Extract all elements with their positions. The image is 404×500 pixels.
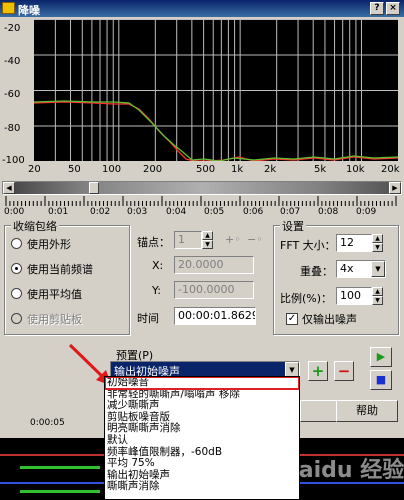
radio-label: 使用剪贴板 xyxy=(27,313,82,326)
app-icon xyxy=(2,2,15,14)
preset-option[interactable]: 明亮嘶嘶声消除 xyxy=(105,423,299,435)
y-tick: -20 xyxy=(4,23,21,34)
envelope-group: 收缩包络 使用外形 使用当前频谱 使用平均值 使用剪贴板 xyxy=(4,218,130,335)
ruler-label: 0:09 xyxy=(356,207,377,217)
timeline-ruler xyxy=(5,196,397,206)
ruler-label: 0:06 xyxy=(243,207,264,217)
ratio-label: 比例(%)： xyxy=(280,292,333,305)
add-preset-button[interactable]: + xyxy=(308,361,328,381)
y-tick: -40 xyxy=(4,56,21,67)
overlap-label: 重叠： xyxy=(300,265,333,278)
output-noise-only-label[interactable]: 仅输出噪声 xyxy=(302,311,357,327)
x-tick: 10k xyxy=(346,164,365,175)
x-tick: 200 xyxy=(143,164,163,175)
scroll-thumb[interactable] xyxy=(89,182,99,194)
x-tick: 20k xyxy=(381,164,400,175)
ruler-label: 0:07 xyxy=(280,207,301,217)
radio-label[interactable]: 使用平均值 xyxy=(27,286,82,302)
radio-use-shape[interactable] xyxy=(11,238,22,249)
settings-group: 设置 FFT 大小： 12 ▲ ▼ 重叠： 4x ▼ 比例(%)： 100 ▲ ▼ … xyxy=(273,218,399,335)
ruler-label: 0:02 xyxy=(90,207,111,217)
add-anchor-icon: +◦ xyxy=(225,233,241,246)
ratio-spinner[interactable]: ▲ ▼ xyxy=(372,287,383,305)
remove-anchor-icon: −◦ xyxy=(247,233,263,246)
fft-label: FFT 大小： xyxy=(280,239,336,252)
ruler-label: 0:01 xyxy=(48,207,69,217)
ruler-label: 0:05 xyxy=(204,207,225,217)
title-bar: 降噪 ? × xyxy=(0,0,404,17)
x-tick: 50 xyxy=(68,164,81,175)
anchor-label: 锚点： xyxy=(137,236,170,249)
x-tick: 2k xyxy=(264,164,277,175)
x-field: 20.0000 xyxy=(174,256,254,274)
scroll-right-icon[interactable]: ▶ xyxy=(389,182,401,194)
preset-dropdown-list[interactable]: 初始噪音 非常轻的嘶嘶声/嗡嗡声 移除 减少嘶嘶声 剪贴板噪音版 明亮嘶嘶声消除… xyxy=(104,376,300,500)
y-label: Y: xyxy=(152,284,161,297)
watermark: Baidu 经验 xyxy=(282,458,404,483)
x-tick: 500 xyxy=(196,164,216,175)
remove-preset-button[interactable]: − xyxy=(334,361,354,381)
waveform-segment xyxy=(20,466,100,469)
preset-option[interactable]: 默认 xyxy=(105,434,299,447)
chevron-down-icon[interactable]: ▼ xyxy=(371,261,385,277)
x-label: X: xyxy=(152,259,164,272)
window-title: 降噪 xyxy=(18,4,40,17)
x-tick: 20 xyxy=(28,164,41,175)
preset-option[interactable]: 嘶嘶声消除 xyxy=(105,481,299,493)
settings-group-title: 设置 xyxy=(280,218,306,234)
stop-button[interactable]: ■ xyxy=(370,370,392,390)
ruler-label: 0:08 xyxy=(318,207,339,217)
envelope-group-title: 收缩包络 xyxy=(11,218,59,234)
ruler-label: 0:03 xyxy=(127,207,148,217)
help-title-button[interactable]: ? xyxy=(370,2,384,15)
anchor-spinner: ▲ ▼ xyxy=(202,231,213,249)
radio-use-average[interactable] xyxy=(11,288,22,299)
fft-size-spinner[interactable]: ▲ ▼ xyxy=(372,234,383,252)
y-tick: -80 xyxy=(4,123,21,134)
play-button[interactable]: ▶ xyxy=(370,347,392,367)
preset-option[interactable]: 平均 75% xyxy=(105,458,299,470)
waveform-segment xyxy=(20,490,100,493)
close-button[interactable]: × xyxy=(386,2,400,15)
spectrum-panel: -20 -40 -60 -80 -100 20 50 100 200 500 1… xyxy=(0,17,404,180)
x-tick: 100 xyxy=(102,164,122,175)
preset-option-highlighted[interactable]: 初始噪音 xyxy=(105,377,299,390)
overlap-value: 4x xyxy=(340,262,354,275)
radio-use-clipboard xyxy=(11,313,22,324)
y-tick: -100 xyxy=(2,155,25,166)
anchor-field: 1 xyxy=(174,231,202,249)
help-button[interactable]: 帮助 xyxy=(336,400,398,422)
ratio-field[interactable]: 100 xyxy=(336,287,372,305)
y-field: -100.0000 xyxy=(174,281,254,299)
track-time-label: 0:00:05 xyxy=(30,418,65,428)
y-tick: -60 xyxy=(4,89,21,100)
ruler-label: 0:04 xyxy=(166,207,187,217)
radio-label[interactable]: 使用当前频谱 xyxy=(27,261,93,277)
x-tick: 5k xyxy=(314,164,327,175)
time-field[interactable]: 00:00:01.86298 xyxy=(174,307,256,325)
overlap-select[interactable]: 4x ▼ xyxy=(336,260,386,278)
time-label: 时间 xyxy=(137,312,159,325)
fft-size-field[interactable]: 12 xyxy=(336,234,372,252)
radio-label[interactable]: 使用外形 xyxy=(27,236,71,252)
radio-use-current-spectrum[interactable] xyxy=(11,263,22,274)
output-noise-only-checkbox[interactable]: ✓ xyxy=(286,313,298,325)
spectrum-graph[interactable] xyxy=(34,19,398,161)
spectrum-scrollbar[interactable]: ◀ ▶ xyxy=(2,181,402,195)
scroll-left-icon[interactable]: ◀ xyxy=(3,182,15,194)
ruler-label: 0:00 xyxy=(4,207,25,217)
x-tick: 1k xyxy=(231,164,244,175)
